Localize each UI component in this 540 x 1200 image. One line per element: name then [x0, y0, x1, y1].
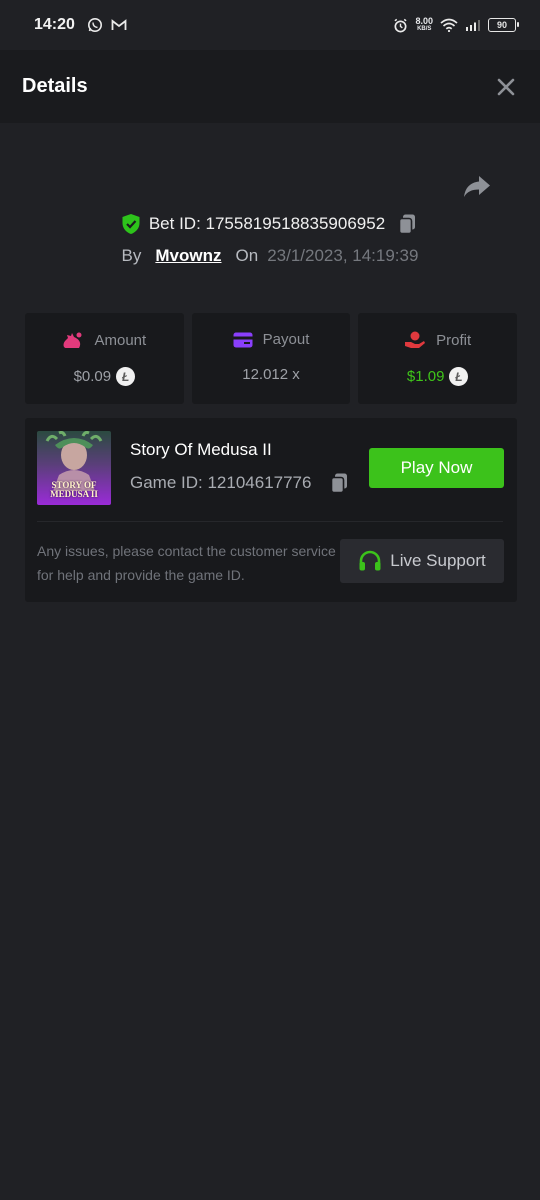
whatsapp-icon: [87, 18, 102, 32]
alarm-icon: [394, 18, 408, 32]
game-name: Story Of Medusa II: [130, 440, 272, 459]
stat-payout-label: Payout: [262, 331, 310, 348]
status-notification-icons: [87, 17, 127, 33]
bet-datetime: 23/1/2023, 14:19:39: [267, 246, 419, 265]
stat-profit: Profit $1.09 Ł: [358, 313, 518, 404]
live-support-button[interactable]: Live Support: [340, 539, 504, 583]
stat-amount-label: Amount: [94, 331, 147, 349]
game-thumbnail[interactable]: STORY OF MEDUSA II: [37, 431, 111, 505]
game-id-row: Game ID: 12104617776: [130, 472, 351, 494]
by-label: By: [121, 246, 142, 265]
username-link[interactable]: Mvownz: [155, 246, 221, 266]
share-button[interactable]: [462, 174, 494, 202]
support-hint: Any issues, please contact the customer …: [37, 543, 336, 583]
card-icon: [233, 332, 253, 347]
divider: [37, 521, 503, 522]
live-support-label: Live Support: [390, 551, 486, 570]
headset-icon: [359, 550, 381, 571]
network-speed: 8.00 KB/S: [415, 16, 433, 33]
share-icon: [464, 176, 490, 197]
status-system-icons: 8.00 KB/S 90: [393, 16, 519, 33]
status-time: 14:20: [34, 16, 75, 33]
signal-icon: [466, 20, 480, 31]
bet-author-row: By Mvownz On 23/1/2023, 14:19:39: [0, 243, 540, 269]
stat-amount: Amount $0.09 Ł: [25, 313, 184, 404]
stat-profit-label: Profit: [436, 331, 472, 349]
copy-icon[interactable]: [329, 472, 351, 494]
close-button[interactable]: [494, 75, 518, 99]
details-header: Details: [0, 50, 540, 123]
stat-payout-value: 12.012 x: [242, 366, 300, 383]
stat-payout: Payout 12.012 x: [191, 313, 351, 404]
page-title: Details: [22, 75, 88, 97]
game-card: STORY OF MEDUSA II Story Of Medusa II Ga…: [25, 418, 517, 602]
close-icon: [497, 78, 515, 95]
stat-profit-value: $1.09: [406, 368, 445, 385]
status-bar: 14:20 8.00 KB/S 90: [0, 0, 540, 50]
game-id: Game ID: 12104617776: [130, 473, 312, 492]
battery-icon: 90: [488, 18, 519, 32]
wifi-icon: [440, 18, 458, 32]
bet-id: Bet ID: 1755819518835906952: [148, 214, 386, 233]
game-thumbnail-title: STORY OF MEDUSA II: [50, 480, 98, 499]
money-bag-icon: [64, 332, 82, 348]
litecoin-icon: Ł: [449, 367, 469, 386]
bet-stats: Amount $0.09 Ł Payout 12.012 x Profit $1…: [25, 313, 518, 404]
stat-amount-value: $0.09: [73, 368, 112, 385]
on-label: On: [235, 246, 259, 265]
shield-check-icon: [122, 214, 140, 234]
play-now-button[interactable]: Play Now: [369, 448, 504, 488]
copy-icon[interactable]: [397, 213, 419, 235]
bet-id-row: Bet ID: 1755819518835906952: [0, 210, 540, 238]
gmail-icon: [111, 19, 127, 30]
litecoin-icon: Ł: [116, 367, 136, 386]
hand-coin-icon: [405, 331, 426, 348]
